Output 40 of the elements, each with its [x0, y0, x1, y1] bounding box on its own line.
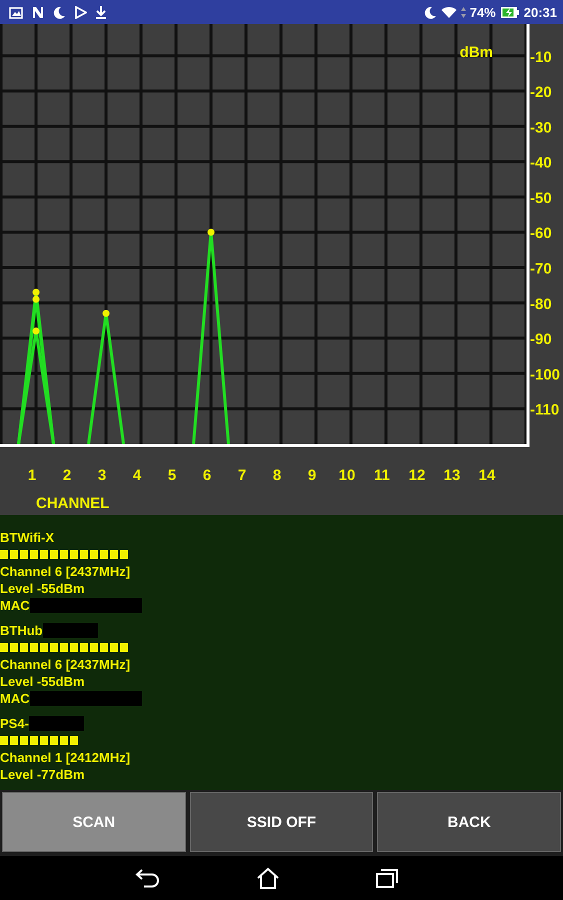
clock: 20:31 — [524, 4, 557, 20]
network-name: BTHub — [0, 623, 43, 638]
network-name: PS4- — [0, 716, 29, 731]
mac-label: MAC — [0, 691, 30, 706]
axis-tick-label: -40 — [530, 154, 552, 172]
axis-tick-label: -60 — [530, 225, 552, 242]
axis-tick-label: 5 — [168, 467, 176, 484]
axis-tick-label: 1 — [28, 467, 36, 484]
channel-text: Channel 6 [2437MHz] — [0, 656, 132, 673]
axis-tick-label: 10 — [338, 467, 356, 484]
axis-tick-label: -90 — [530, 331, 552, 348]
axis-tick-label: -10 — [530, 48, 552, 66]
axis-tick-label: -30 — [530, 119, 552, 136]
channel-text: Channel 1 [2412MHz] — [0, 749, 132, 766]
level-text: Level -77dBm — [0, 766, 86, 783]
network-name: BTWifi-X — [0, 530, 54, 545]
level-text: Level -55dBm — [0, 580, 86, 597]
axis-tick-label: -70 — [530, 260, 552, 278]
axis-tick-label: 2 — [62, 467, 72, 484]
axis-tick-label: 11 — [374, 467, 390, 484]
axis-tick-label: -100 — [530, 366, 560, 384]
axis-tick-label: 13 — [444, 467, 460, 484]
axis-tick-label: -50 — [530, 190, 552, 207]
mac-label: MAC — [0, 598, 30, 613]
channel-text: Channel 6 [2437MHz] — [0, 563, 132, 580]
battery-percent: 74% — [470, 4, 496, 20]
level-text: Level -55dBm — [0, 673, 86, 690]
axis-tick-label: 8 — [272, 467, 282, 484]
axis-tick-label: 7 — [238, 467, 246, 484]
axis-tick-label: 3 — [98, 467, 106, 484]
axis-title: CHANNEL — [36, 495, 110, 512]
axis-tick-label: 4 — [132, 467, 142, 484]
axis-tick-label: -110 — [530, 402, 560, 419]
axis-tick-label: 9 — [308, 467, 316, 484]
axis-tick-label: 14 — [478, 467, 496, 484]
axis-tick-label: 12 — [408, 467, 426, 484]
axis-tick-label: -80 — [530, 296, 552, 313]
axis-title: dBm — [460, 44, 493, 61]
axis-tick-label: -20 — [530, 84, 552, 102]
axis-tick-label: 6 — [202, 467, 212, 484]
